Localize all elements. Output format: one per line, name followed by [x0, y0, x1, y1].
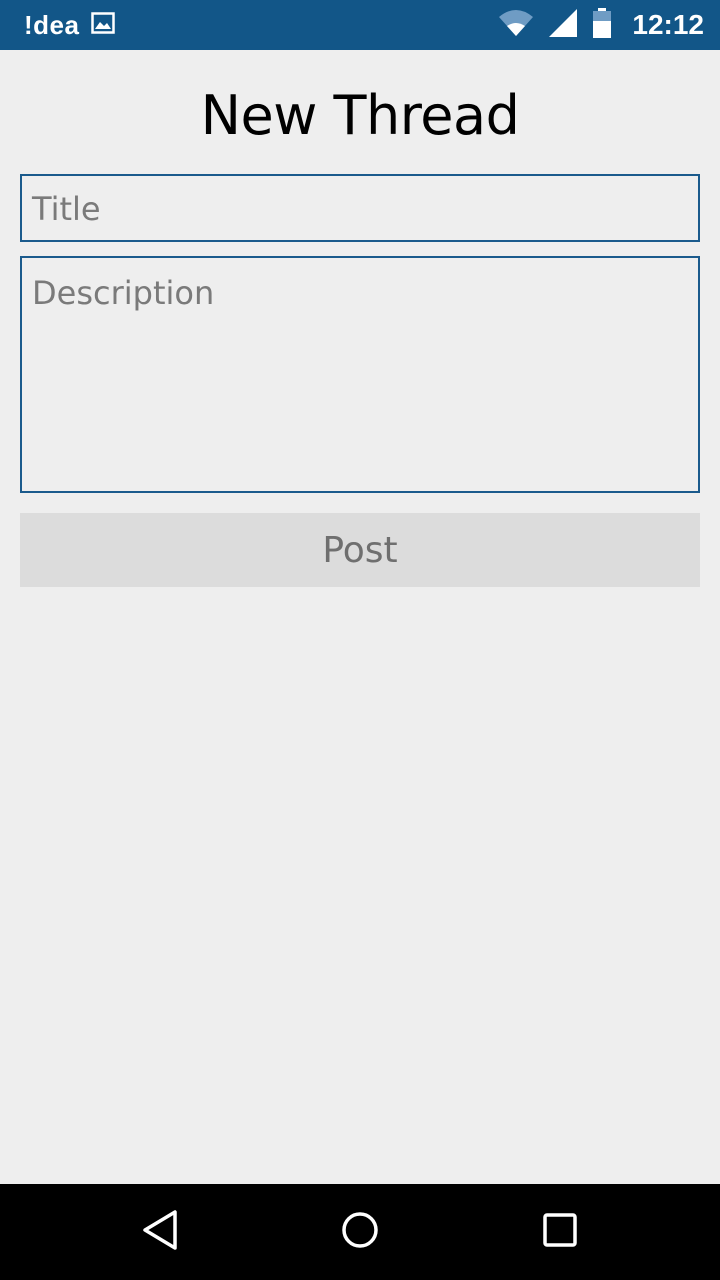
post-button[interactable]: Post: [20, 513, 700, 587]
description-input[interactable]: Description: [20, 256, 700, 493]
status-left: !dea: [24, 9, 116, 41]
description-placeholder: Description: [32, 274, 215, 312]
navigation-bar: [0, 1184, 720, 1280]
title-input[interactable]: Title: [20, 174, 700, 242]
page-title: New Thread: [200, 84, 520, 147]
battery-icon: [592, 8, 612, 42]
clock: 12:12: [632, 9, 704, 40]
post-button-label: Post: [322, 529, 398, 571]
back-icon: [140, 1208, 180, 1256]
title-placeholder: Title: [32, 190, 101, 228]
home-button[interactable]: [300, 1184, 420, 1280]
home-icon: [340, 1210, 380, 1254]
back-button[interactable]: [100, 1184, 220, 1280]
wifi-icon: [498, 9, 534, 41]
recents-icon: [542, 1212, 578, 1252]
status-right: 12:12: [498, 8, 704, 42]
image-notification-icon: [91, 12, 116, 38]
carrier-name: !dea: [24, 9, 80, 40]
signal-icon: [548, 8, 578, 42]
status-bar: !dea 12:12: [0, 0, 720, 50]
recents-button[interactable]: [500, 1184, 620, 1280]
